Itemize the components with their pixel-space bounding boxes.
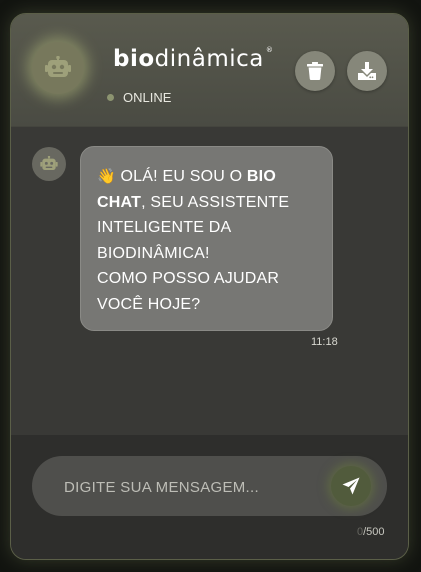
status-dot [107,94,114,101]
message-line: , SEU ASSISTENTE [141,193,290,211]
trash-icon [307,62,323,80]
message-line: OLÁ! EU SOU O [115,168,247,185]
robot-icon [40,156,58,170]
clear-chat-button[interactable] [295,51,335,91]
message-avatar [32,147,66,181]
logo-rest: dinâmica [154,46,264,72]
download-icon [358,62,376,80]
status-text: ONLINE [123,90,172,105]
message-composer: 0/500 [11,435,408,559]
brand-logo: biodinâmica ® [113,46,273,72]
bot-avatar [32,42,84,94]
chat-window: biodinâmica ® ONLINE 👋 OLÁ! EU SOU O BIO… [10,13,409,560]
wave-emoji: 👋 [97,168,116,185]
logo-mark: ® [265,46,274,54]
message-timestamp: 11:18 [311,336,338,348]
char-max: /500 [363,526,385,538]
message-line: BIODINÂMICA! [97,244,210,262]
robot-icon [45,56,71,77]
logo-bold: bio [113,46,155,72]
message-bold: CHAT [97,193,142,211]
message-input[interactable] [62,456,316,518]
download-chat-button[interactable] [347,51,387,91]
message-line: VOCÊ HOJE? [97,295,201,313]
send-button[interactable] [331,466,371,506]
message-line: INTELIGENTE DA [97,219,232,236]
message-list[interactable]: 👋 OLÁ! EU SOU O BIO CHAT, SEU ASSISTENTE… [11,127,408,435]
char-counter: 0/500 [357,526,385,538]
message-input-container [32,456,387,518]
chat-header: biodinâmica ® ONLINE [11,14,408,127]
status-indicator: ONLINE [107,90,171,105]
send-icon [342,477,360,495]
message-line: COMO POSSO AJUDAR [97,270,280,287]
bot-message-bubble: 👋 OLÁ! EU SOU O BIO CHAT, SEU ASSISTENTE… [80,146,333,331]
message-bold: BIO [246,168,276,185]
